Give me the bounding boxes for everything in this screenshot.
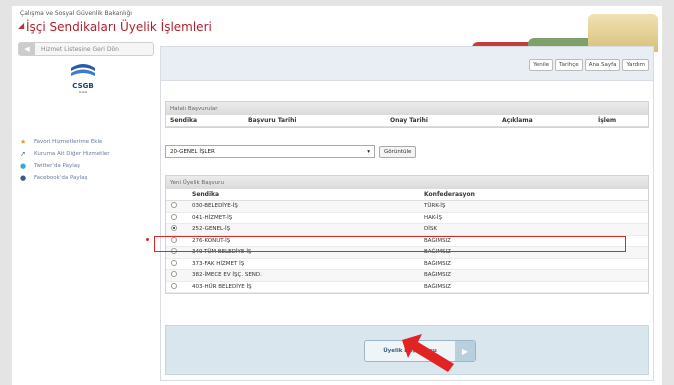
union-radio[interactable] <box>171 202 177 209</box>
union-radio[interactable] <box>171 259 177 266</box>
chevron-down-icon: ▾ <box>367 148 370 155</box>
arrow-icon: ➚ <box>20 150 26 158</box>
union-radio[interactable] <box>171 271 177 278</box>
union-name: 030-BELEDİYE-İŞ <box>192 203 238 210</box>
table-row[interactable]: 252-GENEL-İŞ DİSK <box>166 224 648 236</box>
union-radio[interactable] <box>171 225 177 232</box>
column-header-application-date: Başvuru Tarihi <box>248 117 297 124</box>
sidebar-item-label: Kuruma Ait Diğer Hizmetler <box>34 151 110 157</box>
union-category-select[interactable]: 20-GENEL İŞLER ▾ <box>165 145 375 158</box>
csgb-logo: CSGB ▬▬▬ <box>58 60 108 110</box>
filter-row: 20-GENEL İŞLER ▾ Görüntüle <box>165 145 417 158</box>
toolbar: Yenile Tarihçe Ana Sayfa Yardım <box>161 47 653 81</box>
table-row[interactable]: 373-FAK HİZMET İŞ BAĞIMSIZ <box>166 259 648 270</box>
twitter-icon: ● <box>20 162 27 170</box>
table-row[interactable]: 382-İMECE EV İŞÇ. SEND. BAĞIMSIZ <box>166 270 648 282</box>
select-value: 20-GENEL İŞLER <box>170 148 215 155</box>
ministry-name: Çalışma ve Sosyal Güvenlik Bakanlığı <box>20 10 132 17</box>
toolbar-buttons: Yenile Tarihçe Ana Sayfa Yardım <box>529 59 649 71</box>
help-button[interactable]: Yardım <box>622 59 649 71</box>
column-header-sendika: Sendika <box>192 191 220 198</box>
table-header: Sendika Konfederasyon <box>166 189 648 201</box>
refresh-button[interactable]: Yenile <box>529 59 554 71</box>
confederation-name: BAĞIMSIZ <box>424 272 451 279</box>
view-button[interactable]: Görüntüle <box>379 145 417 158</box>
app-logo-icon: ◢ <box>18 21 25 30</box>
section-title: Hatalı Başvurular <box>166 102 648 115</box>
csgb-emblem-icon <box>71 64 95 76</box>
sidebar-links: ★ Favori Hizmetlerime Ekle ➚ Kuruma Ait … <box>20 136 160 184</box>
back-arrow-icon: ◀ <box>19 43 35 55</box>
confederation-name: DİSK <box>424 226 437 233</box>
page: Çalışma ve Sosyal Güvenlik Bakanlığı ◢ İ… <box>12 6 662 385</box>
column-header-action: İşlem <box>598 117 617 124</box>
sidebar-item-label: Twitter'da Paylaş <box>34 163 81 169</box>
back-button-label: Hizmet Listesine Geri Dön <box>41 45 119 53</box>
facebook-icon: ● <box>20 174 27 182</box>
column-header-description: Açıklama <box>502 117 533 124</box>
confederation-name: HAK-İŞ <box>424 214 443 221</box>
table-header: Sendika Başvuru Tarihi Onay Tarihi Açıkl… <box>166 115 648 127</box>
csgb-logo-text: CSGB <box>72 82 94 90</box>
highlight-dot <box>146 238 149 241</box>
history-button[interactable]: Tarihçe <box>555 59 583 71</box>
sidebar-item-other-services[interactable]: ➚ Kuruma Ait Diğer Hizmetler <box>20 148 160 160</box>
page-title: İşçi Sendikaları Üyelik İşlemleri <box>26 20 212 34</box>
sidebar-item-label: Facebook'da Paylaş <box>34 175 88 181</box>
sidebar-item-label: Favori Hizmetlerime Ekle <box>34 139 103 145</box>
union-name: 252-GENEL-İŞ <box>192 226 231 233</box>
union-name: 382-İMECE EV İŞÇ. SEND. <box>192 272 262 279</box>
table-row[interactable]: 403-HÜR BELEDİYE İŞ BAĞIMSIZ <box>166 282 648 293</box>
union-name: 373-FAK HİZMET İŞ <box>192 260 245 267</box>
confederation-name: BAĞIMSIZ <box>424 260 451 267</box>
column-header-sendika: Sendika <box>170 117 198 124</box>
red-arrow-pointer-icon <box>402 334 454 372</box>
sidebar-item-facebook[interactable]: ● Facebook'da Paylaş <box>20 172 160 184</box>
back-to-services-button[interactable]: ◀ Hizmet Listesine Geri Dön <box>18 42 154 56</box>
sidebar-item-favorites[interactable]: ★ Favori Hizmetlerime Ekle <box>20 136 160 148</box>
union-radio[interactable] <box>171 213 177 220</box>
home-button[interactable]: Ana Sayfa <box>584 59 621 71</box>
highlight-box <box>154 236 626 252</box>
union-name: 403-HÜR BELEDİYE İŞ <box>192 283 252 290</box>
union-radio[interactable] <box>171 282 177 289</box>
star-icon: ★ <box>20 138 27 146</box>
union-name: 041-HİZMET-İŞ <box>192 214 233 221</box>
section-title: Yeni Üyelik Başvuru <box>166 176 648 189</box>
column-header-approval-date: Onay Tarihi <box>390 117 428 124</box>
confederation-name: BAĞIMSIZ <box>424 283 451 290</box>
failed-applications-section: Hatalı Başvurular Sendika Başvuru Tarihi… <box>165 101 649 128</box>
submit-arrow-icon[interactable]: ▶ <box>455 341 475 361</box>
table-row[interactable]: 030-BELEDİYE-İŞ TÜRK-İŞ <box>166 201 648 213</box>
table-row[interactable]: 041-HİZMET-İŞ HAK-İŞ <box>166 213 648 224</box>
column-header-confederation: Konfederasyon <box>424 191 475 198</box>
sidebar-item-twitter[interactable]: ● Twitter'da Paylaş <box>20 160 160 172</box>
confederation-name: TÜRK-İŞ <box>424 203 446 210</box>
new-application-section: Yeni Üyelik Başvuru Sendika Konfederasyo… <box>165 175 649 294</box>
csgb-logo-sub: ▬▬▬ <box>78 90 88 94</box>
